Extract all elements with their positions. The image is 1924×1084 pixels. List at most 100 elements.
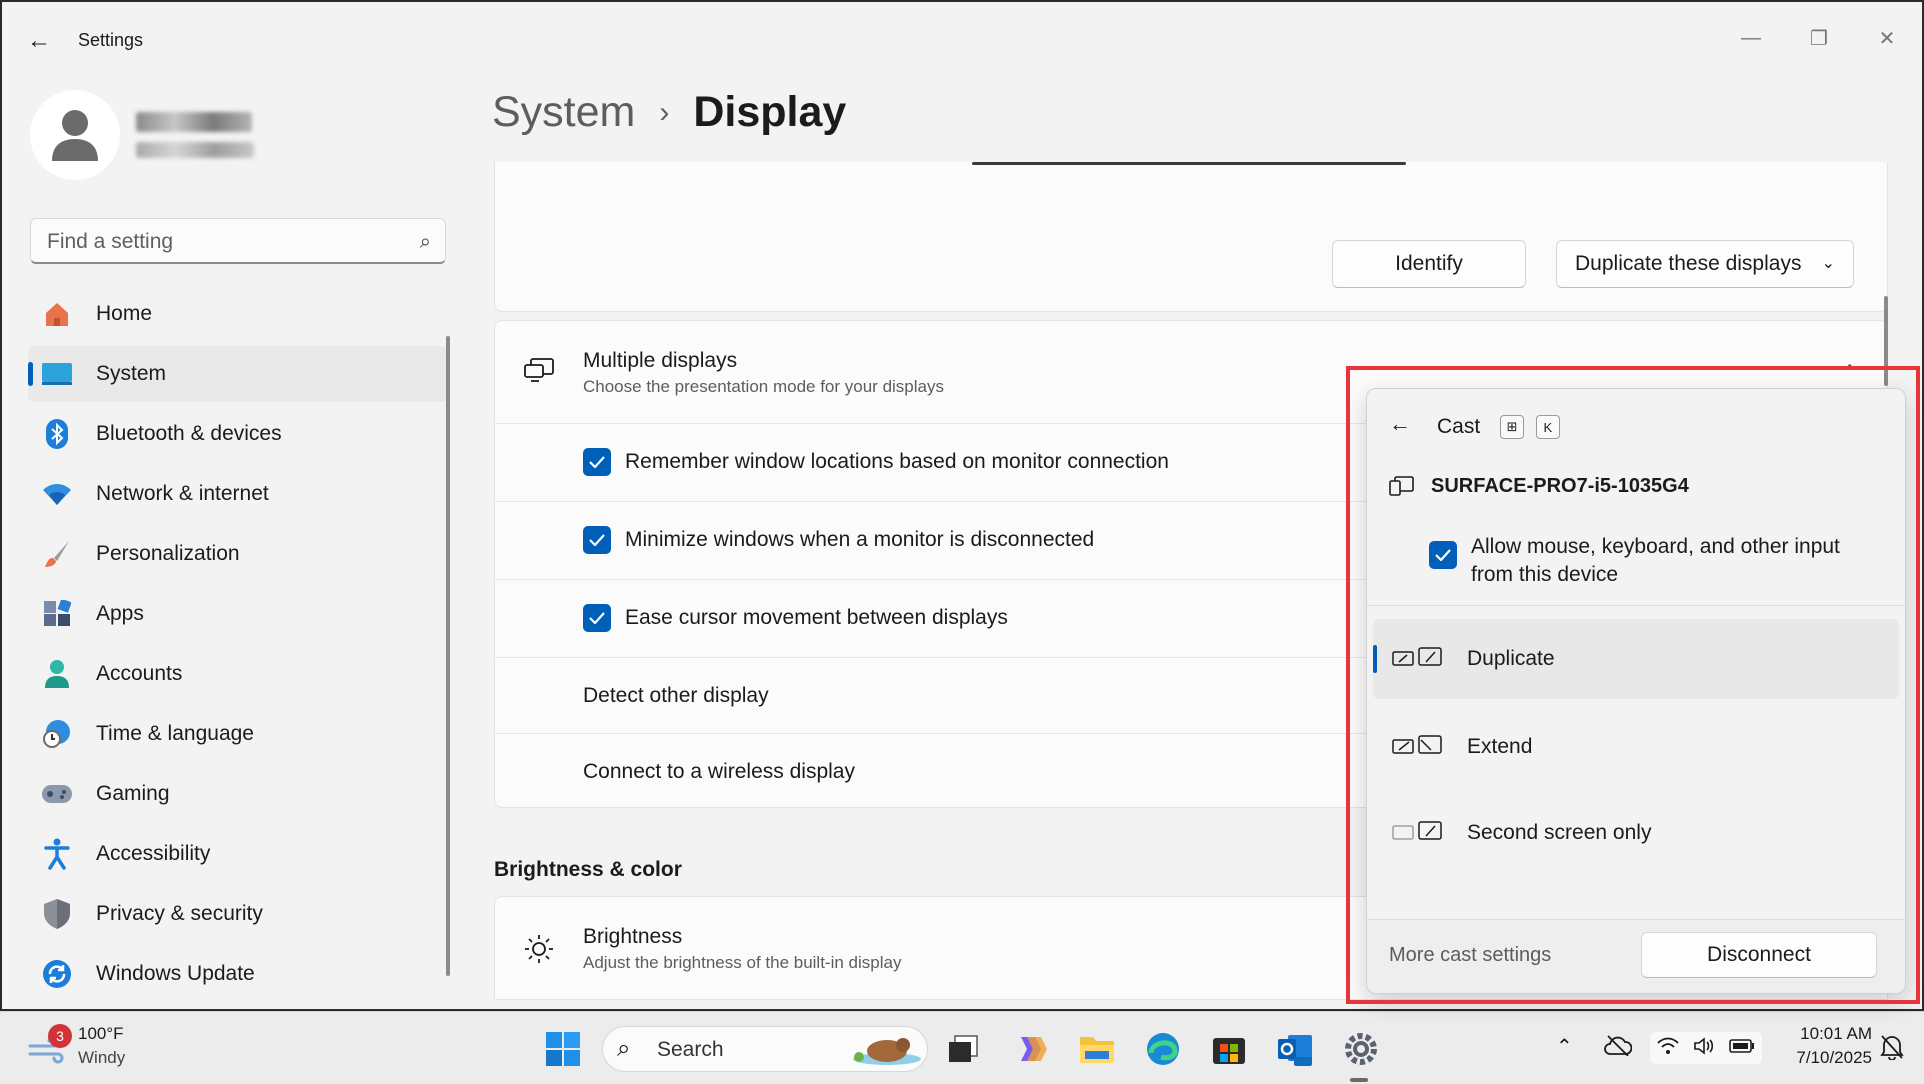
brightness-title: Brightness [583, 925, 683, 948]
volume-icon [1693, 1036, 1715, 1060]
sidebar-item-bluetooth[interactable]: Bluetooth & devices [28, 406, 448, 462]
system-icon [40, 357, 74, 391]
detect-display-label: Detect other display [583, 684, 769, 707]
brightness-color-heading: Brightness & color [494, 858, 682, 881]
store-icon[interactable] [1210, 1030, 1248, 1068]
avatar[interactable] [30, 90, 120, 180]
sidebar-item-label: Home [96, 302, 153, 325]
search-icon[interactable]: ⌕ [420, 231, 431, 254]
clock-globe-icon [40, 717, 74, 751]
sidebar-item-accessibility[interactable]: Accessibility [28, 826, 448, 882]
clock-time[interactable]: 10:01 AM [1774, 1024, 1872, 1044]
sidebar-item-label: Privacy & security [96, 902, 263, 925]
notification-bell-icon[interactable] [1880, 1034, 1904, 1065]
taskbar-search[interactable]: ⌕ Search [602, 1026, 928, 1072]
brush-icon [40, 537, 74, 571]
display-mode-value: Duplicate these displays [1575, 252, 1802, 275]
display-mode-dropdown[interactable]: Duplicate these displays ⌄ [1556, 240, 1854, 288]
sidebar-item-windows-update[interactable]: Windows Update [28, 946, 448, 1002]
ease-cursor-checkbox[interactable] [583, 604, 611, 632]
taskbar-search-label: Search [657, 1038, 724, 1061]
person-silhouette-icon [52, 110, 98, 161]
shield-icon [40, 897, 74, 931]
sidebar-item-system[interactable]: System [28, 346, 448, 402]
sidebar-item-network[interactable]: Network & internet [28, 466, 448, 522]
breadcrumb-separator: › [659, 95, 670, 129]
checkmark-icon [589, 534, 605, 546]
breadcrumb: System › Display [492, 88, 846, 137]
person-icon [40, 657, 74, 691]
back-arrow-icon[interactable]: ← [24, 26, 54, 56]
identify-button[interactable]: Identify [1332, 240, 1526, 288]
chevron-down-icon: ⌄ [1821, 255, 1835, 272]
sidebar-item-label: Accessibility [96, 842, 211, 865]
remember-window-checkbox[interactable] [583, 448, 611, 476]
weather-temp: 100°F [78, 1024, 124, 1043]
find-setting-box[interactable]: ⌕ [30, 218, 446, 264]
scroll-indicator-line [972, 162, 1406, 165]
wireless-display-label: Connect to a wireless display [583, 760, 855, 783]
weather-badge: 3 [48, 1024, 72, 1048]
settings-gear-icon[interactable] [1342, 1030, 1380, 1068]
quick-settings-button[interactable] [1650, 1032, 1762, 1064]
chevron-up-icon[interactable]: ⌃ [1556, 1034, 1573, 1059]
battery-icon [1729, 1038, 1755, 1058]
find-setting-input[interactable] [45, 229, 389, 255]
clock-date[interactable]: 7/10/2025 [1774, 1048, 1872, 1068]
apps-icon [40, 597, 74, 631]
profile-name-blurred [136, 112, 252, 132]
ease-cursor-label: Ease cursor movement between displays [625, 606, 1008, 629]
multiple-displays-title: Multiple displays [583, 349, 738, 372]
task-view-icon[interactable] [944, 1030, 982, 1068]
checkmark-icon [589, 456, 605, 468]
sidebar-item-gaming[interactable]: Gaming [28, 766, 448, 822]
restore-button[interactable]: ❐ [1796, 18, 1842, 58]
remember-window-label: Remember window locations based on monit… [625, 450, 1169, 473]
sidebar-item-apps[interactable]: Apps [28, 586, 448, 642]
weather-condition: Windy [78, 1048, 126, 1067]
sidebar-item-label: System [96, 362, 167, 385]
update-icon [40, 957, 74, 991]
breadcrumb-parent[interactable]: System [492, 88, 635, 137]
weather-widget[interactable]: 3 [28, 1024, 72, 1071]
close-button[interactable]: ✕ [1864, 18, 1910, 58]
sun-icon [523, 933, 555, 970]
checkmark-icon [589, 612, 605, 624]
onedrive-icon[interactable] [1604, 1034, 1633, 1061]
wifi-status-icon [1657, 1037, 1679, 1060]
brightness-subtitle: Adjust the brightness of the built-in di… [583, 953, 902, 972]
sidebar-nav: Home System Bluetooth & devices Network … [28, 286, 448, 1006]
taskbar: 3 100°F Windy ⌕ Search ⌃ 10:01 AM 7/10/2… [0, 1011, 1924, 1084]
sidebar-item-time-language[interactable]: Time & language [28, 706, 448, 762]
minimize-windows-checkbox[interactable] [583, 526, 611, 554]
sidebar-item-home[interactable]: Home [28, 286, 448, 342]
sidebar-item-accounts[interactable]: Accounts [28, 646, 448, 702]
sidebar-item-label: Accounts [96, 662, 183, 685]
app-title: Settings [78, 30, 144, 50]
title-bar: ← Settings — ❐ ✕ [2, 2, 1922, 78]
search-icon: ⌕ [617, 1035, 631, 1062]
settings-running-indicator [1350, 1078, 1368, 1082]
sidebar-item-label: Personalization [96, 542, 240, 565]
sidebar-item-label: Windows Update [96, 962, 255, 985]
profile-email-blurred [136, 142, 254, 158]
sidebar-item-personalization[interactable]: Personalization [28, 526, 448, 582]
bluetooth-icon [40, 417, 74, 451]
display-arrangement-card [494, 162, 1888, 312]
multiple-displays-icon [523, 357, 555, 388]
page-title: Display [693, 88, 847, 136]
search-highlight-icon [853, 1038, 921, 1065]
sidebar-item-privacy[interactable]: Privacy & security [28, 886, 448, 942]
accessibility-icon [40, 837, 74, 871]
sidebar-item-label: Apps [96, 602, 144, 625]
edge-icon[interactable] [1144, 1030, 1182, 1068]
minimize-windows-label: Minimize windows when a monitor is disco… [625, 528, 1095, 551]
copilot-icon[interactable] [1012, 1030, 1050, 1068]
start-icon[interactable] [544, 1030, 582, 1068]
sidebar-scrollbar[interactable] [446, 336, 450, 976]
outlook-icon[interactable] [1276, 1030, 1314, 1068]
file-explorer-icon[interactable] [1078, 1030, 1116, 1068]
sidebar-item-label: Network & internet [96, 482, 269, 505]
sidebar-item-label: Bluetooth & devices [96, 422, 282, 445]
minimize-button[interactable]: — [1728, 18, 1774, 58]
